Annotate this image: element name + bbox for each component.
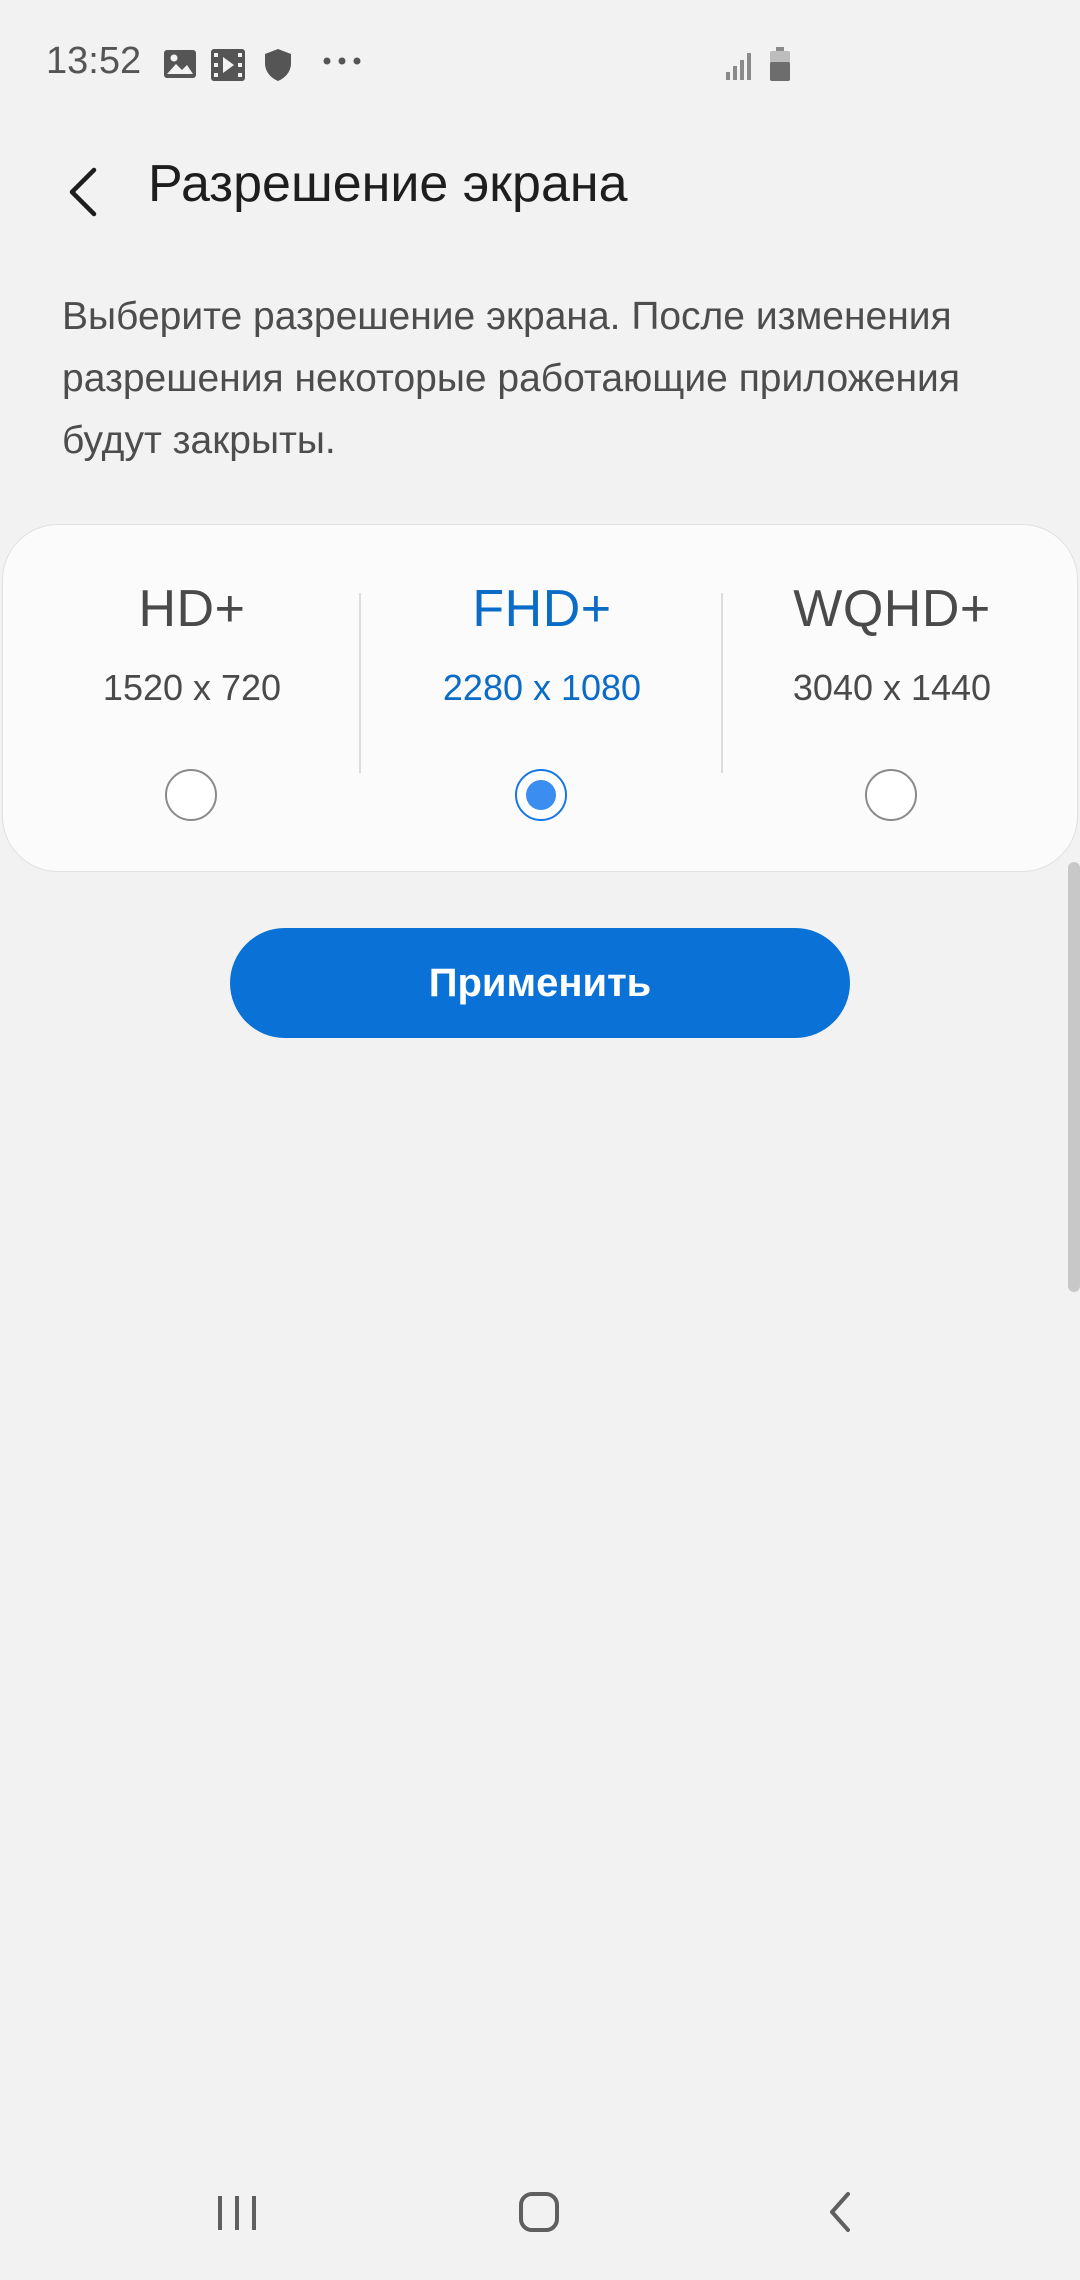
home-icon: [494, 2192, 584, 2254]
resolution-option-hd-plus[interactable]: HD+ 1520 x 720: [17, 525, 367, 873]
resolution-size: 1520 x 720: [102, 667, 282, 708]
signal-icon: [724, 50, 756, 87]
radio-button[interactable]: [515, 769, 567, 821]
radio-dot: [526, 780, 556, 810]
home-button[interactable]: [494, 2170, 584, 2250]
resolution-name: FHD+: [472, 580, 612, 638]
radio-button[interactable]: [865, 769, 917, 821]
video-icon: [210, 48, 246, 87]
recents-button[interactable]: [192, 2170, 282, 2250]
resolution-size: 2280 x 1080: [442, 667, 642, 708]
navigation-bar: [0, 2140, 1080, 2280]
apply-button[interactable]: Применить: [230, 928, 850, 1038]
resolution-option-fhd-plus[interactable]: FHD+ 2280 x 1080: [367, 525, 717, 873]
description-text: Выберите разрешение экрана. После измене…: [62, 295, 960, 462]
nav-back-button[interactable]: [796, 2170, 886, 2250]
resolution-name: HD+: [138, 580, 246, 638]
radio-button[interactable]: [165, 769, 217, 821]
scrollbar[interactable]: [1068, 862, 1080, 1292]
resolution-size: 3040 x 1440: [792, 667, 992, 708]
more-icon: [322, 54, 362, 72]
back-button[interactable]: [50, 150, 120, 230]
status-bar: 13:52: [0, 0, 1080, 130]
header: Разрешение экрана: [0, 140, 1080, 240]
status-time: 13:52: [46, 40, 142, 82]
gallery-icon: [163, 48, 197, 85]
screen: 13:52 Разрешение экрана Выберите разреше…: [0, 0, 1080, 2280]
resolution-card: HD+ 1520 x 720 FHD+ 2280 x 1080 WQHD+ 30…: [2, 524, 1078, 872]
page-title: Разрешение экрана: [148, 155, 628, 213]
divider: [359, 593, 361, 773]
chevron-left-icon: [50, 167, 120, 234]
resolution-name: WQHD+: [793, 580, 991, 638]
resolution-option-wqhd-plus[interactable]: WQHD+ 3040 x 1440: [717, 525, 1067, 873]
back-icon: [796, 2192, 886, 2254]
shield-icon: [263, 48, 293, 87]
recents-icon: [192, 2196, 282, 2254]
battery-icon: [768, 46, 792, 87]
